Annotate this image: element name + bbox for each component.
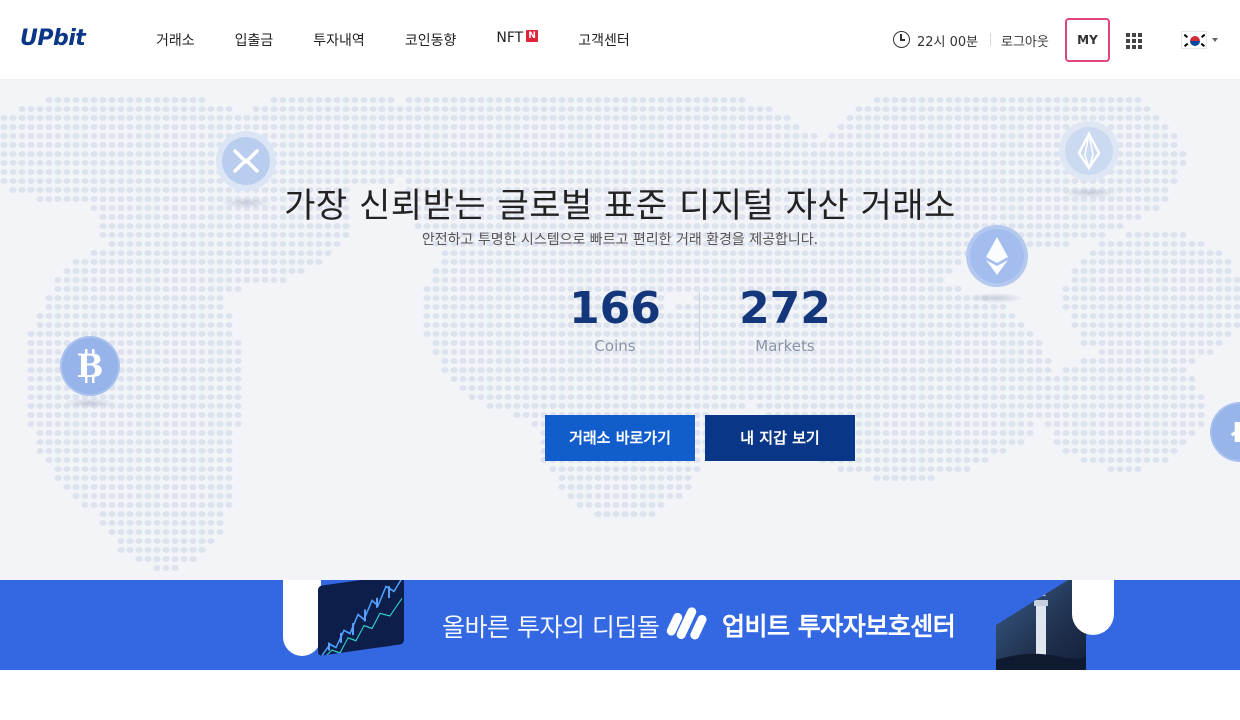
nav-nft[interactable]: NFT N [496,30,539,50]
go-to-exchange-button[interactable]: 거래소 바로가기 [545,415,695,461]
banner-pill-right [1072,580,1114,635]
coins-count: 166 [569,283,661,334]
clock-icon [893,31,910,48]
nav-investment-history[interactable]: 투자내역 [313,30,365,50]
svg-text:Ł: Ł [1230,416,1240,449]
nav-coin-trends[interactable]: 코인동향 [405,30,457,50]
app-grid-icon[interactable] [1126,33,1142,49]
korea-flag-icon[interactable] [1181,31,1207,49]
upbit-logo[interactable]: UPbit [20,26,86,51]
hero-subtitle: 안전하고 투명한 시스템으로 빠르고 편리한 거래 환경을 제공합니다. [421,232,819,248]
markets-stat: 272 Markets [705,283,865,356]
hero-title: 가장 신뢰받는 글로벌 표준 디지털 자산 거래소 [284,186,956,226]
hero-section: B Ł 가장 신뢰받는 글로벌 표준 디지털 자산 거래소 안전하고 투명한 시… [0,80,1240,580]
nav-deposit-withdraw[interactable]: 입출금 [235,30,274,50]
banner-pill-left [283,580,321,656]
coins-stat: 166 Coins [535,283,695,356]
bitcoin-icon: B [60,336,120,396]
banner-slogan: 올바른 투자의 디딤돌 [442,613,660,642]
nav-nft-label: NFT [496,30,524,46]
chart-card-image [318,580,404,657]
page-bottom [0,670,1240,720]
view-wallet-button[interactable]: 내 지갑 보기 [705,415,855,461]
top-header: UPbit 거래소 입출금 투자내역 코인동향 NFT N 고객센터 22시 00… [0,0,1240,80]
litecoin-icon: Ł [1210,402,1240,462]
banner-brand: 업비트 투자자보호센터 [722,612,956,641]
logout-link[interactable]: 로그아웃 [1001,31,1049,50]
header-divider [990,33,991,46]
language-dropdown-caret-icon[interactable] [1212,38,1218,42]
markets-count: 272 [739,283,831,334]
eos-icon [1059,121,1119,181]
session-time: 22시 00분 [917,35,979,50]
investor-protection-banner[interactable]: 올바른 투자의 디딤돌 업비트 투자자보호센터 [0,580,1240,670]
nav-customer-center[interactable]: 고객센터 [578,30,630,50]
coins-label: Coins [594,337,636,355]
svg-text:B: B [76,347,103,385]
my-page-button[interactable]: MY [1065,18,1110,62]
investor-protection-logo-icon [666,607,707,640]
stat-divider [699,292,700,350]
nft-new-badge: N [526,30,539,42]
markets-label: Markets [755,337,815,355]
main-nav: 거래소 입출금 투자내역 코인동향 NFT N 고객센터 [156,30,670,50]
nav-exchange[interactable]: 거래소 [156,30,195,50]
